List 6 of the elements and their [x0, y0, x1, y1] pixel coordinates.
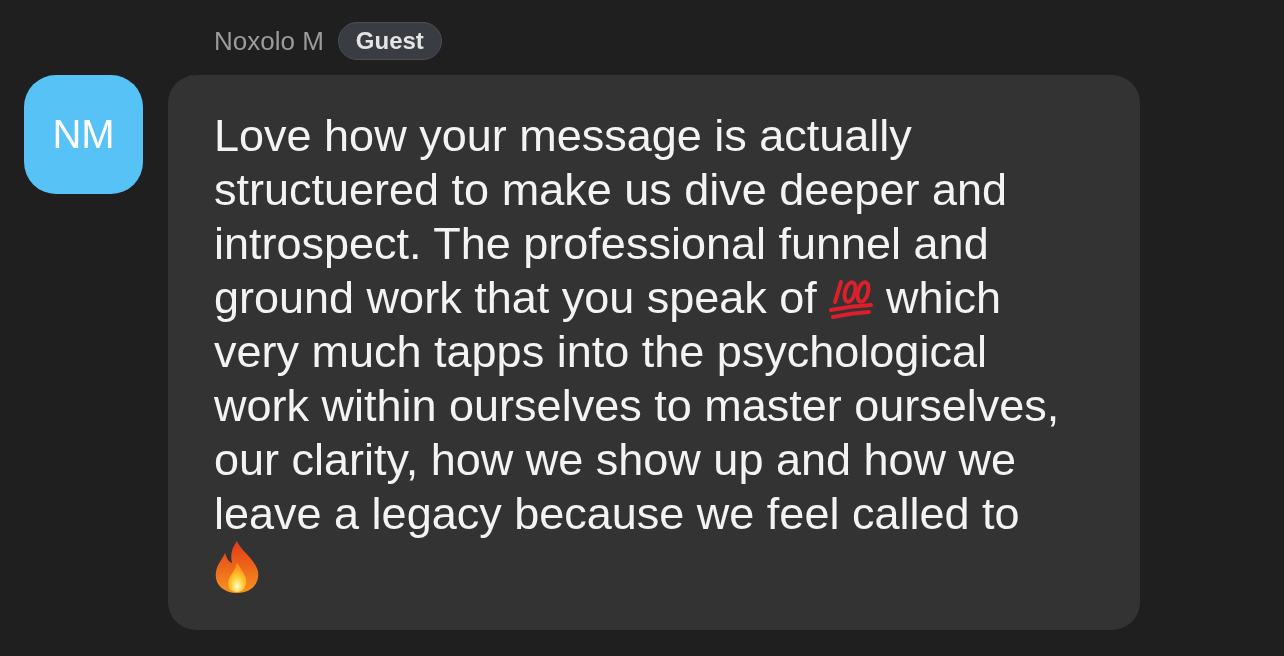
hundred-points-icon	[829, 279, 874, 319]
user-avatar: NM	[24, 75, 143, 194]
message-text: Love how your message is actually structuered to make us dive deeper and introspect. The professional funnel and ground work that you speak of which very much tapps into the psychological work within ourselves to master ourselves, our clarity, how we show up and how we leave a legacy because we feel called to	[214, 109, 1069, 595]
guest-badge: Guest	[337, 22, 442, 60]
fire-icon	[214, 541, 260, 593]
sender-name: Noxolo M	[214, 26, 324, 56]
